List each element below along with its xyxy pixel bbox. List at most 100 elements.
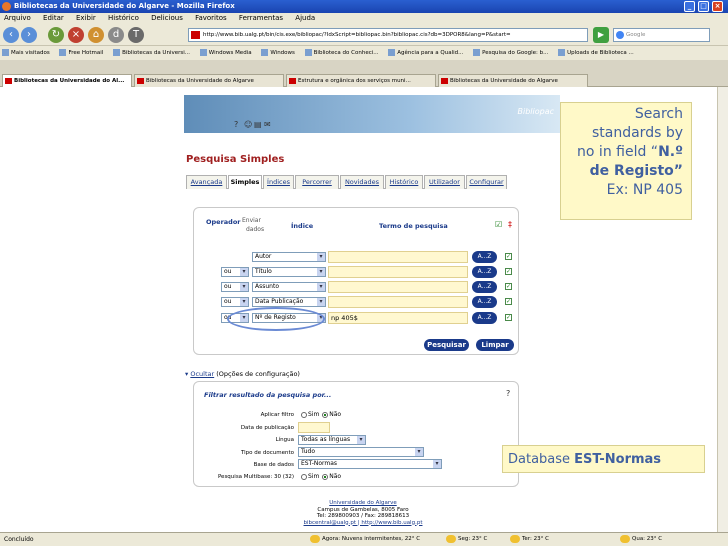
home-icon[interactable]: ⌂ — [88, 27, 104, 43]
date-input[interactable] — [298, 422, 330, 433]
multi-no-radio[interactable] — [322, 473, 329, 480]
clear-button[interactable]: Limpar — [476, 339, 514, 351]
index-select[interactable]: Assunto — [252, 282, 326, 292]
bookmark-item[interactable]: Windows Media — [200, 50, 252, 56]
database-label: Base de dados — [253, 462, 294, 468]
navigation-toolbar: ‹ › ↻ × ⌂ d T http://www.bib.ualg.pt/bin… — [0, 24, 728, 46]
user-icon[interactable]: ☺ — [244, 121, 252, 129]
tab-bar: Bibliotecas da Universidade do Al... Bib… — [0, 60, 728, 87]
weather-icon — [446, 534, 456, 543]
bookmark-item[interactable]: Bibliotecas da Universi... — [113, 50, 190, 56]
row-checkbox[interactable]: ✓ — [505, 298, 512, 305]
maximize-button[interactable]: □ — [698, 1, 709, 12]
url-input[interactable]: http://www.bib.ualg.pt/bin/cis.exe/bibli… — [188, 28, 588, 42]
search-button[interactable]: Pesquisar — [424, 339, 469, 351]
apply-no-radio[interactable] — [322, 411, 329, 418]
callout-bold: de Registo” — [589, 163, 683, 179]
callout-example: Ex: NP 405 — [606, 182, 683, 198]
tab-historico[interactable]: Histórico — [385, 175, 423, 189]
tab-novidades[interactable]: Novidades — [340, 175, 384, 189]
tab-configurar[interactable]: Configurar — [466, 175, 507, 189]
operator-select[interactable]: ou — [221, 282, 249, 292]
close-button[interactable]: × — [712, 1, 723, 12]
menu-item-arquivo[interactable]: Arquivo — [4, 14, 31, 22]
multi-yes-radio[interactable] — [301, 473, 307, 480]
bookmark-item[interactable]: Uploads de Biblioteca ... — [558, 50, 634, 56]
print-icon[interactable]: ▤ — [254, 121, 262, 129]
header-enviar: Enviar — [242, 217, 261, 224]
help-icon[interactable]: ? — [234, 121, 242, 129]
menu-item-ferramentas[interactable]: Ferramentas — [239, 14, 283, 22]
database-select[interactable]: EST-Normas — [298, 459, 442, 469]
delicious-icon[interactable]: d — [108, 27, 124, 43]
reload-icon[interactable]: ↻ — [48, 27, 64, 43]
hide-link[interactable]: Ocultar — [190, 370, 214, 378]
collapse-icon[interactable]: ▾ — [185, 370, 188, 378]
term-input[interactable] — [328, 281, 468, 293]
bookmark-item[interactable]: Agência para a Qualid... — [388, 50, 463, 56]
menu-item-historico[interactable]: Histórico — [108, 14, 139, 22]
tab-indices[interactable]: Índices — [263, 175, 294, 189]
tab-utilizador[interactable]: Utilizador — [424, 175, 465, 189]
menu-item-exibir[interactable]: Exibir — [76, 14, 96, 22]
clear-marks-icon[interactable]: ‡ — [508, 220, 512, 229]
bookmark-item[interactable]: Windows — [261, 50, 295, 56]
row-checkbox[interactable]: ✓ — [505, 253, 512, 260]
bookmark-item[interactable]: Free Hotmail — [59, 50, 103, 56]
minimize-button[interactable]: _ — [684, 1, 695, 12]
bookmark-item[interactable]: Pesquisa do Google: b... — [473, 50, 548, 56]
tab-estrutura[interactable]: Estrutura e orgânica dos serviços muni..… — [286, 74, 436, 87]
term-input[interactable] — [328, 251, 468, 263]
forward-icon[interactable]: › — [21, 27, 37, 43]
menu-item-favoritos[interactable]: Favoritos — [195, 14, 227, 22]
index-select[interactable]: Data Publicação — [252, 297, 326, 307]
stop-icon[interactable]: × — [68, 27, 84, 43]
term-input-registo[interactable]: np 405$ — [328, 312, 468, 324]
operator-select[interactable]: ou — [221, 297, 249, 307]
mail-icon[interactable]: ✉ — [264, 121, 272, 129]
row-checkbox[interactable]: ✓ — [505, 268, 512, 275]
menu-item-ajuda[interactable]: Ajuda — [295, 14, 315, 22]
operator-select[interactable]: ou — [221, 267, 249, 277]
tab-bibliotecas-3[interactable]: Bibliotecas da Universidade do Algarve — [438, 74, 588, 87]
vertical-scrollbar[interactable] — [717, 87, 728, 532]
az-button[interactable]: A...Z — [472, 251, 497, 263]
help-icon[interactable]: ? — [506, 389, 510, 398]
back-icon[interactable]: ‹ — [3, 27, 19, 43]
term-input[interactable] — [328, 296, 468, 308]
tag-icon[interactable]: T — [128, 27, 144, 43]
checklist-icon[interactable]: ☑ — [495, 220, 502, 229]
firefox-icon — [2, 2, 11, 11]
az-button[interactable]: A...Z — [472, 312, 497, 324]
index-select[interactable]: Título — [252, 267, 326, 277]
apply-no-label: Não — [329, 411, 342, 418]
tab-percorrer[interactable]: Percorrer — [295, 175, 339, 189]
apply-yes-radio[interactable] — [301, 411, 307, 418]
header-operador: Operador — [206, 218, 241, 226]
row-checkbox[interactable]: ✓ — [505, 314, 512, 321]
row-checkbox[interactable]: ✓ — [505, 283, 512, 290]
tab-bibliotecas-1[interactable]: Bibliotecas da Universidade do Al... — [2, 74, 132, 87]
google-icon — [616, 31, 624, 39]
footer-contact-link[interactable]: bibcentral@ualg.pt | http://www.bib.ualg… — [200, 520, 526, 527]
search-input[interactable]: Google — [613, 28, 710, 42]
az-button[interactable]: A...Z — [472, 281, 497, 293]
tab-avancada[interactable]: Avançada — [186, 175, 227, 189]
tab-simples[interactable]: Simples — [228, 175, 262, 189]
callout-line: no in field “ — [577, 144, 659, 160]
doctype-select[interactable]: Tudo — [298, 447, 424, 457]
language-select[interactable]: Todas as línguas — [298, 435, 366, 445]
bookmark-item[interactable]: Mais visitados — [2, 50, 50, 56]
go-icon[interactable]: ▶ — [593, 27, 609, 43]
az-button[interactable]: A...Z — [472, 266, 497, 278]
menu-item-delicious[interactable]: Delicious — [151, 14, 183, 22]
term-input[interactable] — [328, 266, 468, 278]
weather-day-text: Qua: 23° C — [632, 536, 663, 542]
tab-bibliotecas-2[interactable]: Bibliotecas da Universidade do Algarve — [134, 74, 284, 87]
az-button[interactable]: A...Z — [472, 296, 497, 308]
index-select[interactable]: Autor — [252, 252, 326, 262]
header-termo: Termo de pesquisa — [379, 222, 448, 230]
search-mode-tabs: Avançada Simples Índices Percorrer Novid… — [186, 175, 507, 189]
bookmark-item[interactable]: Biblioteca do Conheci... — [305, 50, 379, 56]
menu-item-editar[interactable]: Editar — [43, 14, 64, 22]
